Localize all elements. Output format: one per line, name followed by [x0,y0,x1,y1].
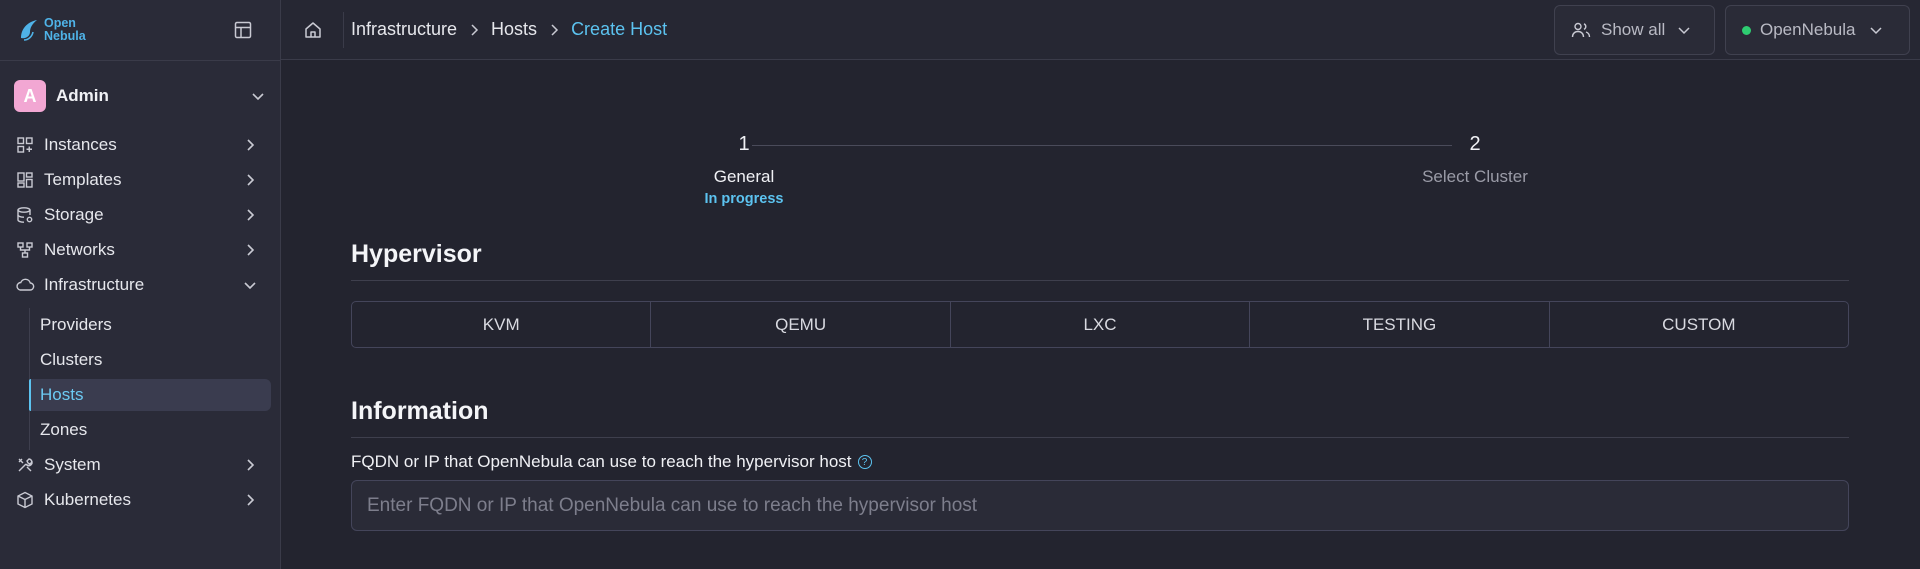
sidebar-item-zones[interactable]: Zones [29,414,271,446]
hypervisor-testing-button[interactable]: TESTING [1250,302,1550,347]
avatar: A [14,80,46,112]
networks-icon [14,239,36,261]
sidebar-item-label: Infrastructure [44,275,145,294]
group-filter-button[interactable]: Show all [1554,5,1715,55]
chevron-down-icon [1678,27,1690,35]
sidebar-item-hosts[interactable]: Hosts [29,379,271,411]
sidebar-item-label: Providers [40,315,112,334]
sidebar-item-instances[interactable]: Instances [14,129,268,161]
zone-status-dot [1742,25,1751,35]
breadcrumb-infrastructure[interactable]: Infrastructure [351,19,457,40]
chevron-right-icon [247,459,255,471]
chevron-right-icon [247,494,255,506]
sidebar: Open Nebula A Admin Instances Templates [0,0,281,569]
layout-icon [234,21,252,39]
sidebar-item-label: Kubernetes [44,490,131,509]
breadcrumb-create-host: Create Host [571,19,668,39]
brand-line-2: Nebula [44,29,86,43]
sidebar-item-providers[interactable]: Providers [29,309,271,341]
hypervisor-toggle-group: KVM QEMU LXC TESTING CUSTOM [351,301,1849,348]
chevron-down-icon [252,93,264,101]
sidebar-item-infrastructure[interactable]: Infrastructure [14,269,268,301]
sidebar-item-system[interactable]: System [14,449,268,481]
information-section-title: Information [351,397,489,425]
sidebar-item-networks[interactable]: Networks [14,234,268,266]
step-2-number: 2 [1469,133,1481,155]
storage-icon [14,204,36,226]
topbar-divider [343,12,344,48]
create-host-form: 1 2 General In progress Select Cluster H… [281,61,1920,569]
stepper-connector [752,145,1452,146]
chevron-right-icon [547,23,561,37]
zone-selector-button[interactable]: OpenNebula [1725,5,1910,55]
chevron-right-icon [467,23,481,37]
section-divider [351,437,1849,438]
step-1-status: In progress [704,191,784,207]
sidebar-item-kubernetes[interactable]: Kubernetes [14,484,268,516]
instances-icon [14,134,36,156]
home-icon [305,22,321,38]
step-2-title[interactable]: Select Cluster [1375,167,1575,187]
sidebar-item-label: Clusters [40,350,103,369]
brand-wordmark: Open Nebula [44,17,86,43]
hypervisor-section-title: Hypervisor [351,240,482,268]
user-menu[interactable]: A Admin [14,80,268,112]
zone-label: OpenNebula [1760,20,1856,39]
group-filter-label: Show all [1601,20,1666,39]
sidebar-item-label: Networks [44,240,115,259]
help-icon[interactable]: ? [857,455,872,469]
home-button[interactable] [301,18,325,42]
users-icon [1571,22,1591,38]
sidebar-item-label: Zones [40,420,88,439]
sidebar-item-label: Instances [44,135,117,154]
breadcrumb: Infrastructure Hosts Create Host [351,19,667,40]
opennebula-logo[interactable]: Open Nebula [18,14,86,46]
hypervisor-custom-button[interactable]: CUSTOM [1550,302,1848,347]
hypervisor-lxc-button[interactable]: LXC [951,302,1251,347]
section-divider [351,280,1849,281]
user-name: Admin [56,86,109,105]
chevron-down-icon [244,282,256,290]
hypervisor-qemu-button[interactable]: QEMU [651,302,951,347]
sidebar-item-label: Hosts [40,385,84,404]
sidebar-item-storage[interactable]: Storage [14,199,268,231]
hostname-label-text: FQDN or IP that OpenNebula can use to re… [351,452,852,471]
chevron-right-icon [247,174,255,186]
chevron-right-icon [247,244,255,256]
templates-icon [14,169,36,191]
sidebar-divider [0,60,281,61]
topbar: Infrastructure Hosts Create Host Show al… [281,0,1920,60]
cloud-icon [14,274,36,296]
sidebar-item-label: System [44,455,101,474]
breadcrumb-hosts[interactable]: Hosts [491,19,537,40]
chevron-down-icon [1870,27,1882,35]
step-1-title[interactable]: General [644,167,844,187]
sidebar-item-clusters[interactable]: Clusters [29,344,271,376]
cube-icon [14,489,36,511]
hostname-input[interactable] [351,480,1849,531]
opennebula-logo-icon [21,20,37,41]
chevron-right-icon [247,139,255,151]
chevron-right-icon [247,209,255,221]
tools-icon [14,454,36,476]
sidebar-item-label: Storage [44,205,104,224]
hostname-field-label: FQDN or IP that OpenNebula can use to re… [351,452,872,472]
sidebar-item-label: Templates [44,170,122,189]
hypervisor-kvm-button[interactable]: KVM [352,302,652,347]
toggle-layout-button[interactable] [231,18,255,42]
sidebar-item-templates[interactable]: Templates [14,164,268,196]
